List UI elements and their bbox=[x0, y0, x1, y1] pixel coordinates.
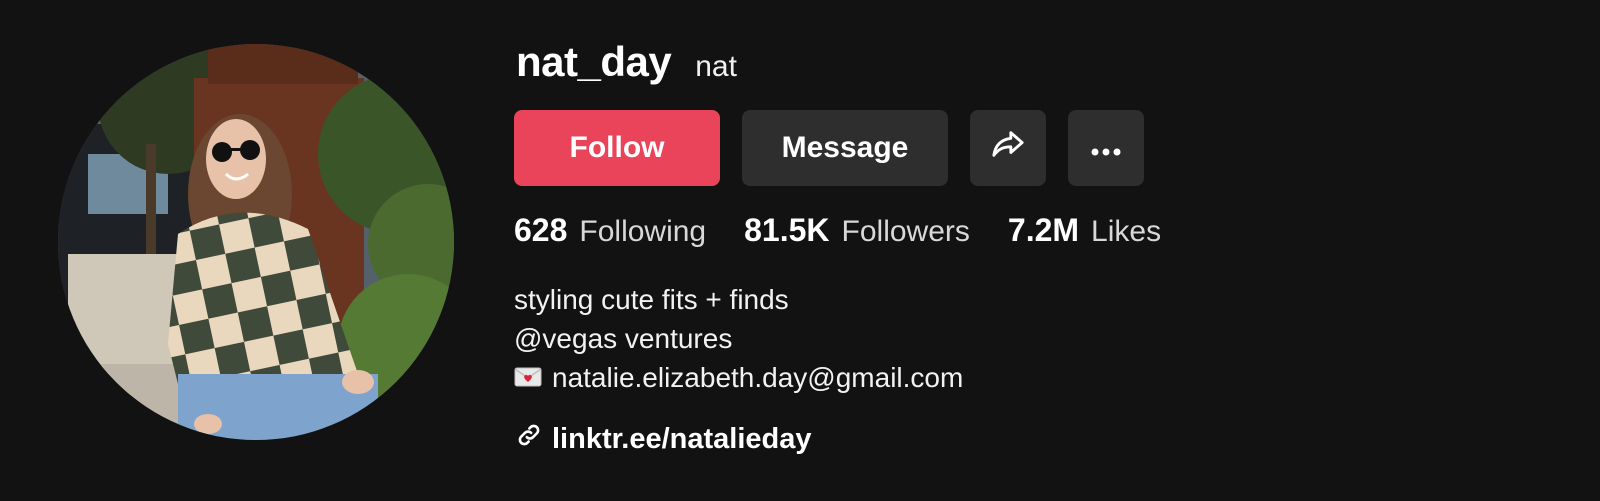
profile-stats: 628 Following 81.5K Followers 7.2M Likes bbox=[514, 212, 1161, 249]
profile-page: nat_day nat Follow Message 628 Following… bbox=[0, 0, 1600, 501]
stat-likes: 7.2M Likes bbox=[1008, 212, 1161, 249]
stat-followers[interactable]: 81.5K Followers bbox=[744, 212, 970, 249]
followers-label: Followers bbox=[841, 215, 970, 248]
follow-button[interactable]: Follow bbox=[514, 110, 720, 186]
following-label: Following bbox=[579, 215, 707, 248]
username: nat_day bbox=[516, 38, 672, 85]
bio-email-line: natalie.elizabeth.day@gmail.com bbox=[514, 358, 963, 397]
profile-header: nat_day nat bbox=[516, 38, 737, 86]
bio-email: natalie.elizabeth.day@gmail.com bbox=[552, 362, 964, 393]
bio-line: styling cute fits + finds bbox=[514, 284, 789, 315]
avatar-photo bbox=[58, 44, 454, 440]
profile-link-url[interactable]: linktr.ee/natalieday bbox=[552, 423, 812, 456]
more-button[interactable] bbox=[1068, 110, 1144, 186]
share-button[interactable] bbox=[970, 110, 1046, 186]
love-letter-envelope-icon bbox=[514, 358, 542, 397]
action-bar: Follow Message bbox=[514, 110, 1144, 186]
share-arrow-icon bbox=[991, 127, 1025, 169]
message-button[interactable]: Message bbox=[742, 110, 948, 186]
link-chain-icon bbox=[516, 422, 542, 456]
nickname: nat bbox=[695, 50, 737, 83]
likes-count: 7.2M bbox=[1007, 212, 1080, 248]
likes-label: Likes bbox=[1091, 215, 1162, 248]
bio-line: @vegas ventures bbox=[514, 323, 733, 354]
following-count: 628 bbox=[514, 212, 568, 248]
followers-count: 81.5K bbox=[744, 212, 830, 248]
stat-following[interactable]: 628 Following bbox=[514, 212, 706, 249]
profile-link: linktr.ee/natalieday bbox=[516, 422, 812, 456]
avatar[interactable] bbox=[58, 44, 454, 440]
bio: styling cute fits + finds @vegas venture… bbox=[514, 280, 963, 397]
more-dots-icon bbox=[1090, 131, 1122, 165]
